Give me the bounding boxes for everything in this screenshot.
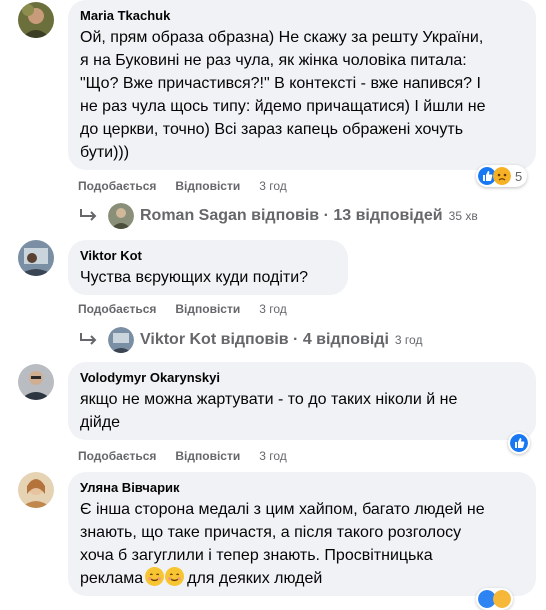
reaction-summary[interactable]: 5 bbox=[476, 165, 528, 187]
replies-count: відповів · 13 відповідей bbox=[246, 207, 443, 224]
smiling-face-icon bbox=[165, 567, 185, 586]
comment-time[interactable]: 3 год bbox=[259, 449, 287, 463]
smiling-face-icon bbox=[145, 567, 165, 586]
comment-bubble: Viktor Kot Чуства вєрующих куди подіти? bbox=[68, 240, 348, 295]
sad-face-icon bbox=[493, 167, 511, 185]
avatar-uliana-vivcharyk[interactable] bbox=[18, 472, 54, 508]
reaction-summary[interactable] bbox=[508, 432, 530, 454]
comment-author[interactable]: Уляна Вівчарик bbox=[80, 480, 524, 496]
comment-text: якщо не можна жартувати - то до таких ні… bbox=[80, 391, 458, 431]
reply-time: 35 хв bbox=[448, 209, 478, 223]
avatar-viktor-kot[interactable] bbox=[18, 240, 54, 276]
comment-bubble: Уляна Вівчарик Є інша сторона медалі з ц… bbox=[68, 472, 536, 596]
user-avatar-icon bbox=[18, 364, 54, 400]
replier-avatar bbox=[108, 327, 134, 353]
avatar-maria-tkachuk[interactable] bbox=[18, 2, 54, 38]
comment-time[interactable]: 3 год bbox=[259, 302, 287, 316]
comment-author[interactable]: Maria Tkachuk bbox=[80, 8, 524, 24]
sad-face-icon bbox=[493, 590, 511, 608]
comment-text: Є інша сторона медалі з цим хайпом, бага… bbox=[80, 501, 485, 587]
user-avatar-icon bbox=[18, 472, 54, 508]
reaction-summary[interactable] bbox=[476, 588, 513, 610]
user-avatar-icon bbox=[18, 2, 54, 38]
comment-author[interactable]: Viktor Kot bbox=[80, 248, 336, 264]
replier-name: Roman Sagan bbox=[140, 207, 247, 224]
replier-name: Viktor Kot bbox=[140, 331, 217, 348]
comment-bubble: Volodymyr Okarynskyi якщо не можна жарту… bbox=[68, 362, 536, 440]
replies-count: відповів · 4 відповіді bbox=[216, 331, 389, 348]
reply-arrow-icon bbox=[80, 333, 97, 345]
reaction-count: 5 bbox=[515, 168, 523, 184]
comment-actions: Подобається Відповісти 3 год bbox=[78, 179, 287, 193]
reply-button[interactable]: Відповісти bbox=[175, 449, 240, 463]
like-icon bbox=[510, 434, 528, 452]
reply-button[interactable]: Відповісти bbox=[175, 302, 240, 316]
comment-bubble: Maria Tkachuk Ой, прям образа образна) Н… bbox=[68, 0, 536, 170]
user-avatar-icon bbox=[18, 240, 54, 276]
comment-actions: Подобається Відповісти 3 год bbox=[78, 302, 287, 316]
like-button[interactable]: Подобається bbox=[78, 179, 156, 193]
like-button[interactable]: Подобається bbox=[78, 302, 156, 316]
comment-text: Ой, прям образа образна) Не скажу за реш… bbox=[80, 29, 486, 161]
comment-author[interactable]: Volodymyr Okarynskyi bbox=[80, 370, 524, 386]
replier-avatar bbox=[108, 203, 134, 229]
like-button[interactable]: Подобається bbox=[78, 449, 156, 463]
reply-button[interactable]: Відповісти bbox=[175, 179, 240, 193]
reply-time: 3 год bbox=[394, 333, 423, 347]
view-replies-link[interactable]: Viktor Kot відповів · 4 відповіді 3 год bbox=[78, 327, 422, 353]
avatar-volodymyr-okarynskyi[interactable] bbox=[18, 364, 54, 400]
comment-actions: Подобається Відповісти 3 год bbox=[78, 449, 287, 463]
comment-text: Чуства вєрующих куди подіти? bbox=[80, 269, 309, 286]
reply-arrow-icon bbox=[80, 209, 97, 221]
view-replies-link[interactable]: Roman Sagan відповів · 13 відповідей 35 … bbox=[78, 203, 478, 229]
comment-time[interactable]: 3 год bbox=[259, 179, 287, 193]
